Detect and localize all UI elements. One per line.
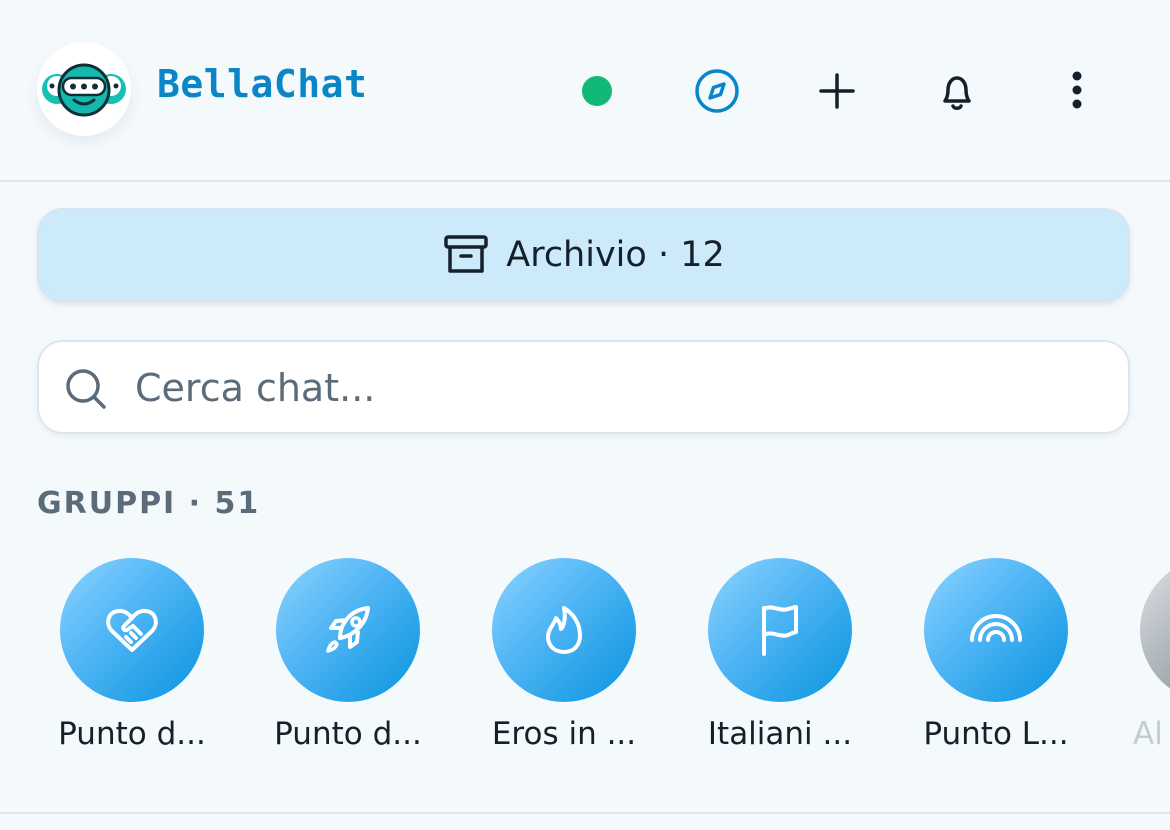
flame-icon [546, 606, 582, 654]
group-name: Punto d... [58, 716, 206, 752]
bellachat-logo[interactable] [37, 42, 131, 136]
notifications-button[interactable] [932, 66, 982, 116]
online-status-indicator [582, 76, 612, 106]
more-vertical-icon [1072, 71, 1082, 109]
group-avatar [276, 558, 420, 702]
groups-carousel[interactable]: Punto d... Punto d... Eros in ... Italia… [0, 556, 1170, 786]
mascot-logo-icon [42, 63, 126, 117]
flag-icon [762, 605, 798, 656]
group-item[interactable]: Punto d... [32, 556, 232, 766]
group-item[interactable]: Al [1112, 556, 1170, 766]
bell-icon [943, 76, 971, 110]
rocket-icon [326, 606, 370, 653]
app-title: BellaChat [157, 62, 368, 106]
group-avatar [1140, 558, 1170, 702]
group-name: Punto L... [923, 716, 1069, 752]
group-avatar [60, 558, 204, 702]
rainbow-icon [970, 614, 1022, 642]
archive-icon [444, 235, 488, 273]
heart-handshake-icon [106, 608, 158, 652]
search-input[interactable] [135, 352, 1095, 424]
group-name: Al [1133, 716, 1163, 752]
group-avatar [492, 558, 636, 702]
group-name: Punto d... [274, 716, 422, 752]
more-options-button[interactable] [1052, 66, 1102, 116]
group-item[interactable]: Eros in ... [464, 556, 664, 766]
new-chat-button[interactable] [812, 66, 862, 116]
group-name: Eros in ... [491, 716, 637, 752]
app-header: BellaChat [0, 0, 1170, 182]
group-item[interactable]: Italiani ... [680, 556, 880, 766]
group-avatar [708, 558, 852, 702]
group-name: Italiani ... [707, 716, 853, 752]
divider [0, 812, 1170, 814]
search-icon [66, 369, 106, 409]
explore-button[interactable] [692, 66, 742, 116]
search-bar[interactable] [37, 340, 1130, 434]
group-avatar [924, 558, 1068, 702]
group-item[interactable]: Punto L... [896, 556, 1096, 766]
groups-section-title: GRUPPI · 51 [37, 486, 261, 521]
group-item[interactable]: Punto d... [248, 556, 448, 766]
archive-button[interactable]: Archivio · 12 [37, 208, 1130, 302]
compass-icon [695, 69, 739, 113]
plus-icon [819, 73, 855, 109]
archive-label: Archivio · 12 [506, 235, 725, 275]
